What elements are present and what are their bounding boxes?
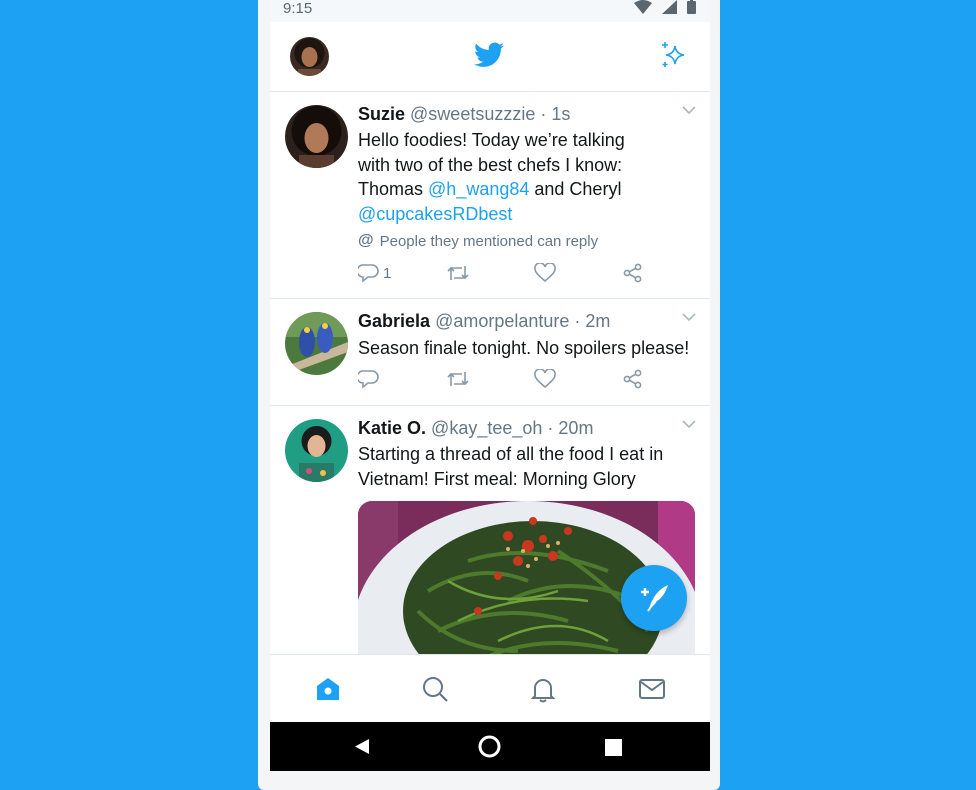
tweet-handle[interactable]: @kay_tee_oh <box>431 418 542 438</box>
recents-icon[interactable] <box>605 739 622 756</box>
tweet-text-line: with two of the best chefs I know: <box>358 154 623 175</box>
signal-icon <box>662 0 677 14</box>
retweet-button[interactable] <box>446 369 470 389</box>
compose-tweet-button[interactable] <box>621 565 687 631</box>
tweet-header: Suzie @sweetsuzzzie · 1s <box>358 104 570 125</box>
tweet-text-line: @cupcakesRDbest <box>358 202 700 227</box>
tweet-text-line: Starting a thread of all the food I eat … <box>358 444 664 464</box>
wifi-icon <box>634 0 652 14</box>
tweet-text-line: Hello foodies! Today we’re talking <box>358 130 625 150</box>
tweet-text-fragment: and Cheryl <box>529 179 622 199</box>
tweet-author-name[interactable]: Gabriela <box>358 311 430 331</box>
home-circle-icon[interactable] <box>478 735 501 758</box>
share-button[interactable] <box>623 263 643 283</box>
back-icon[interactable] <box>354 738 370 755</box>
bottom-tab-bar <box>270 654 710 723</box>
reply-count: 1 <box>383 264 392 282</box>
chevron-down-icon[interactable] <box>682 106 696 115</box>
retweet-icon <box>447 266 469 280</box>
twitter-bird-icon[interactable] <box>474 42 504 68</box>
tweet-time: · 2m <box>574 311 611 331</box>
app-header <box>270 22 710 92</box>
retweet-button[interactable] <box>446 263 470 283</box>
tweet-text: Season finale tonight. No spoilers pleas… <box>358 338 690 358</box>
tweet-time: · 1s <box>540 104 571 124</box>
battery-icon <box>687 0 696 14</box>
tweet-header: Gabriela @amorpelanture · 2m <box>358 311 610 332</box>
reply-restriction-note: @ People they mentioned can reply <box>358 232 598 250</box>
at-icon: @ <box>358 232 374 249</box>
tweet-avatar[interactable] <box>285 312 348 375</box>
tweet-author-name[interactable]: Katie O. <box>358 418 426 438</box>
sparkle-icon[interactable] <box>659 40 689 70</box>
system-nav-bar <box>270 722 710 771</box>
reply-restriction-text: People they mentioned can reply <box>379 232 599 250</box>
tweet-handle[interactable]: @sweetsuzzzie <box>410 104 535 124</box>
compose-feather-icon <box>641 585 668 612</box>
tweet-text: Starting a thread of all the food I eat … <box>358 442 700 491</box>
retweet-icon <box>447 372 469 386</box>
tweet-handle[interactable]: @amorpelanture <box>435 311 569 331</box>
status-time: 9:15 <box>283 0 313 17</box>
mention-link[interactable]: @cupcakesRDbest <box>358 204 512 224</box>
home-icon[interactable] <box>314 675 342 703</box>
chevron-down-icon[interactable] <box>682 420 696 429</box>
tweet-actions <box>358 369 658 393</box>
tweet-actions: 1 <box>358 263 658 287</box>
tweet-text-fragment: Thomas <box>358 179 429 199</box>
tweet-header: Katie O. @kay_tee_oh · 20m <box>358 418 593 439</box>
search-icon[interactable] <box>421 675 449 703</box>
share-icon <box>623 369 642 389</box>
messages-icon[interactable] <box>638 675 666 703</box>
chevron-down-icon[interactable] <box>682 313 696 322</box>
reply-icon <box>358 264 379 283</box>
tweet-card[interactable]: Gabriela @amorpelanture · 2m Season fina… <box>270 299 710 406</box>
reply-button[interactable] <box>358 369 379 389</box>
tweet-text-line: Thomas @h_wang84 and Cheryl <box>358 177 700 202</box>
like-button[interactable] <box>534 263 556 283</box>
status-icons <box>634 0 696 14</box>
share-button[interactable] <box>623 369 643 389</box>
share-icon <box>623 263 642 283</box>
reply-button[interactable]: 1 <box>358 263 391 283</box>
app-screen: 9:15 Suzie @sweetsuzzzie · 1s Hello food… <box>270 0 710 771</box>
tweet-avatar[interactable] <box>285 419 348 482</box>
notifications-icon[interactable] <box>529 675 557 703</box>
mention-link[interactable]: @h_wang84 <box>428 179 529 199</box>
like-icon <box>534 263 556 283</box>
tweet-text: Hello foodies! Today we’re talking with … <box>358 128 700 226</box>
profile-avatar[interactable] <box>290 37 329 76</box>
like-icon <box>534 369 556 389</box>
tweet-avatar[interactable] <box>285 105 348 168</box>
tweet-author-name[interactable]: Suzie <box>358 104 405 124</box>
reply-icon <box>358 370 379 389</box>
status-bar: 9:15 <box>270 0 710 22</box>
tweet-time: · 20m <box>547 418 594 438</box>
tweet-text-line: Vietnam! First meal: Morning Glory <box>358 468 636 489</box>
like-button[interactable] <box>534 369 556 389</box>
tweet-card[interactable]: Suzie @sweetsuzzzie · 1s Hello foodies! … <box>270 92 710 299</box>
